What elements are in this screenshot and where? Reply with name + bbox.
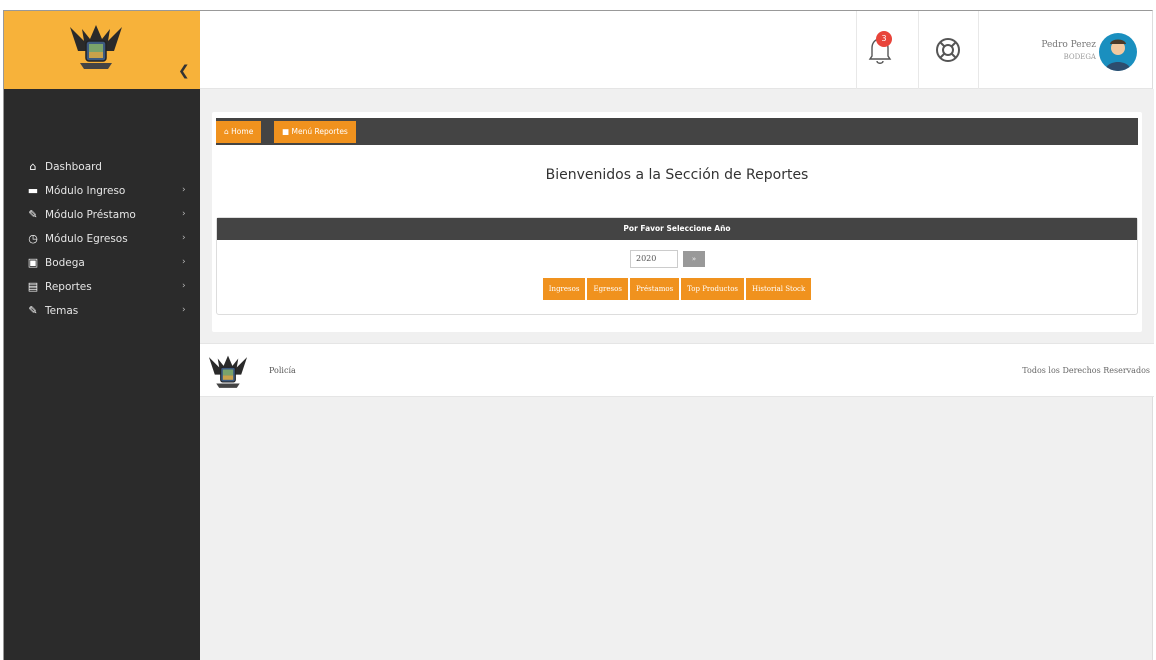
clock-icon: ◷ <box>28 232 38 245</box>
breadcrumb-home-label: Home <box>231 127 254 136</box>
top-productos-button[interactable]: Top Productos <box>681 278 745 300</box>
top-header: 3 Pedro Perez BODEGA <box>200 11 1152 89</box>
sidebar-item-label: Módulo Egresos <box>45 233 128 245</box>
home-icon: ⌂ <box>29 160 37 173</box>
briefcase-icon: ▣ <box>27 256 39 269</box>
breadcrumb-home[interactable]: ⌂ Home <box>216 121 262 143</box>
footer: Policía Todos los Derechos Reservados <box>200 343 1154 397</box>
sidebar-item-temas[interactable]: ✎ Temas › <box>4 300 200 324</box>
police-logo <box>208 355 248 388</box>
lifebuoy-icon[interactable] <box>933 35 963 65</box>
chevron-right-icon: › <box>182 185 186 195</box>
ingresos-button[interactable]: Ingresos <box>542 278 586 300</box>
sidebar-item-label: Bodega <box>45 257 85 269</box>
chevron-right-icon: › <box>182 305 186 315</box>
sidebar: ⌂ Dashboard ▬ Módulo Ingreso › ✎ Módulo … <box>4 89 200 660</box>
chevron-right-icon: › <box>182 233 186 243</box>
brush-icon: ✎ <box>28 304 38 317</box>
sidebar-item-modulo-egresos[interactable]: ◷ Módulo Egresos › <box>4 228 200 252</box>
breadcrumb-current-label: Menú Reportes <box>291 127 348 136</box>
historial-stock-button[interactable]: Historial Stock <box>746 278 812 300</box>
breadcrumb-current[interactable]: ■ Menú Reportes <box>274 121 356 143</box>
footer-copyright: Todos los Derechos Reservados <box>1022 366 1150 375</box>
sidebar-collapse-toggle[interactable]: ❮ <box>178 63 190 79</box>
header-divider <box>856 11 857 89</box>
header-divider <box>918 11 919 89</box>
app-window: ❮ 3 Pedro Perez BODEGA ⌂ Dashboard ▬ Mód… <box>3 10 1154 660</box>
footer-brand: Policía <box>269 366 296 375</box>
avatar[interactable] <box>1099 33 1137 71</box>
brush-icon: ✎ <box>28 208 38 221</box>
sidebar-item-label: Temas <box>45 305 79 317</box>
sidebar-item-modulo-ingreso[interactable]: ▬ Módulo Ingreso › <box>4 180 200 204</box>
table-icon: ▤ <box>27 280 39 293</box>
egresos-button[interactable]: Egresos <box>587 278 628 300</box>
year-input[interactable]: 2020 <box>630 250 678 268</box>
year-selector-box: Por Favor Seleccione Año 2020 » Ingresos… <box>216 217 1138 315</box>
folder-icon: ▬ <box>27 184 39 197</box>
sidebar-item-label: Módulo Ingreso <box>45 185 126 197</box>
prestamos-button[interactable]: Préstamos <box>629 278 680 300</box>
user-name: Pedro Perez <box>1041 40 1096 50</box>
user-avatar-icon <box>1105 39 1131 71</box>
chevron-right-icon: › <box>182 209 186 219</box>
page-title: Bienvenidos a la Sección de Reportes <box>545 167 809 183</box>
sidebar-item-dashboard[interactable]: ⌂ Dashboard <box>4 156 200 180</box>
chevron-right-icon: › <box>182 281 186 291</box>
sidebar-item-bodega[interactable]: ▣ Bodega › <box>4 252 200 276</box>
chevron-right-icon: › <box>182 257 186 267</box>
year-selector-heading: Por Favor Seleccione Año <box>217 218 1137 240</box>
sidebar-item-label: Módulo Préstamo <box>45 209 136 221</box>
report-buttons: Ingresos Egresos Préstamos Top Productos… <box>217 278 1137 300</box>
police-logo <box>70 25 122 69</box>
main-content: ⌂ Home ■ Menú Reportes Bienvenidos a la … <box>200 89 1154 343</box>
sidebar-item-label: Dashboard <box>45 161 102 173</box>
sidebar-item-label: Reportes <box>45 281 92 293</box>
sidebar-item-modulo-prestamo[interactable]: ✎ Módulo Préstamo › <box>4 204 200 228</box>
breadcrumb: ⌂ Home ■ Menú Reportes <box>216 118 1138 145</box>
header-divider <box>978 11 979 89</box>
notification-badge: 3 <box>876 31 892 47</box>
user-role: BODEGA <box>1063 53 1096 61</box>
year-submit-button[interactable]: » <box>683 251 705 267</box>
sidebar-item-reportes[interactable]: ▤ Reportes › <box>4 276 200 300</box>
logo-area: ❮ <box>4 11 200 89</box>
